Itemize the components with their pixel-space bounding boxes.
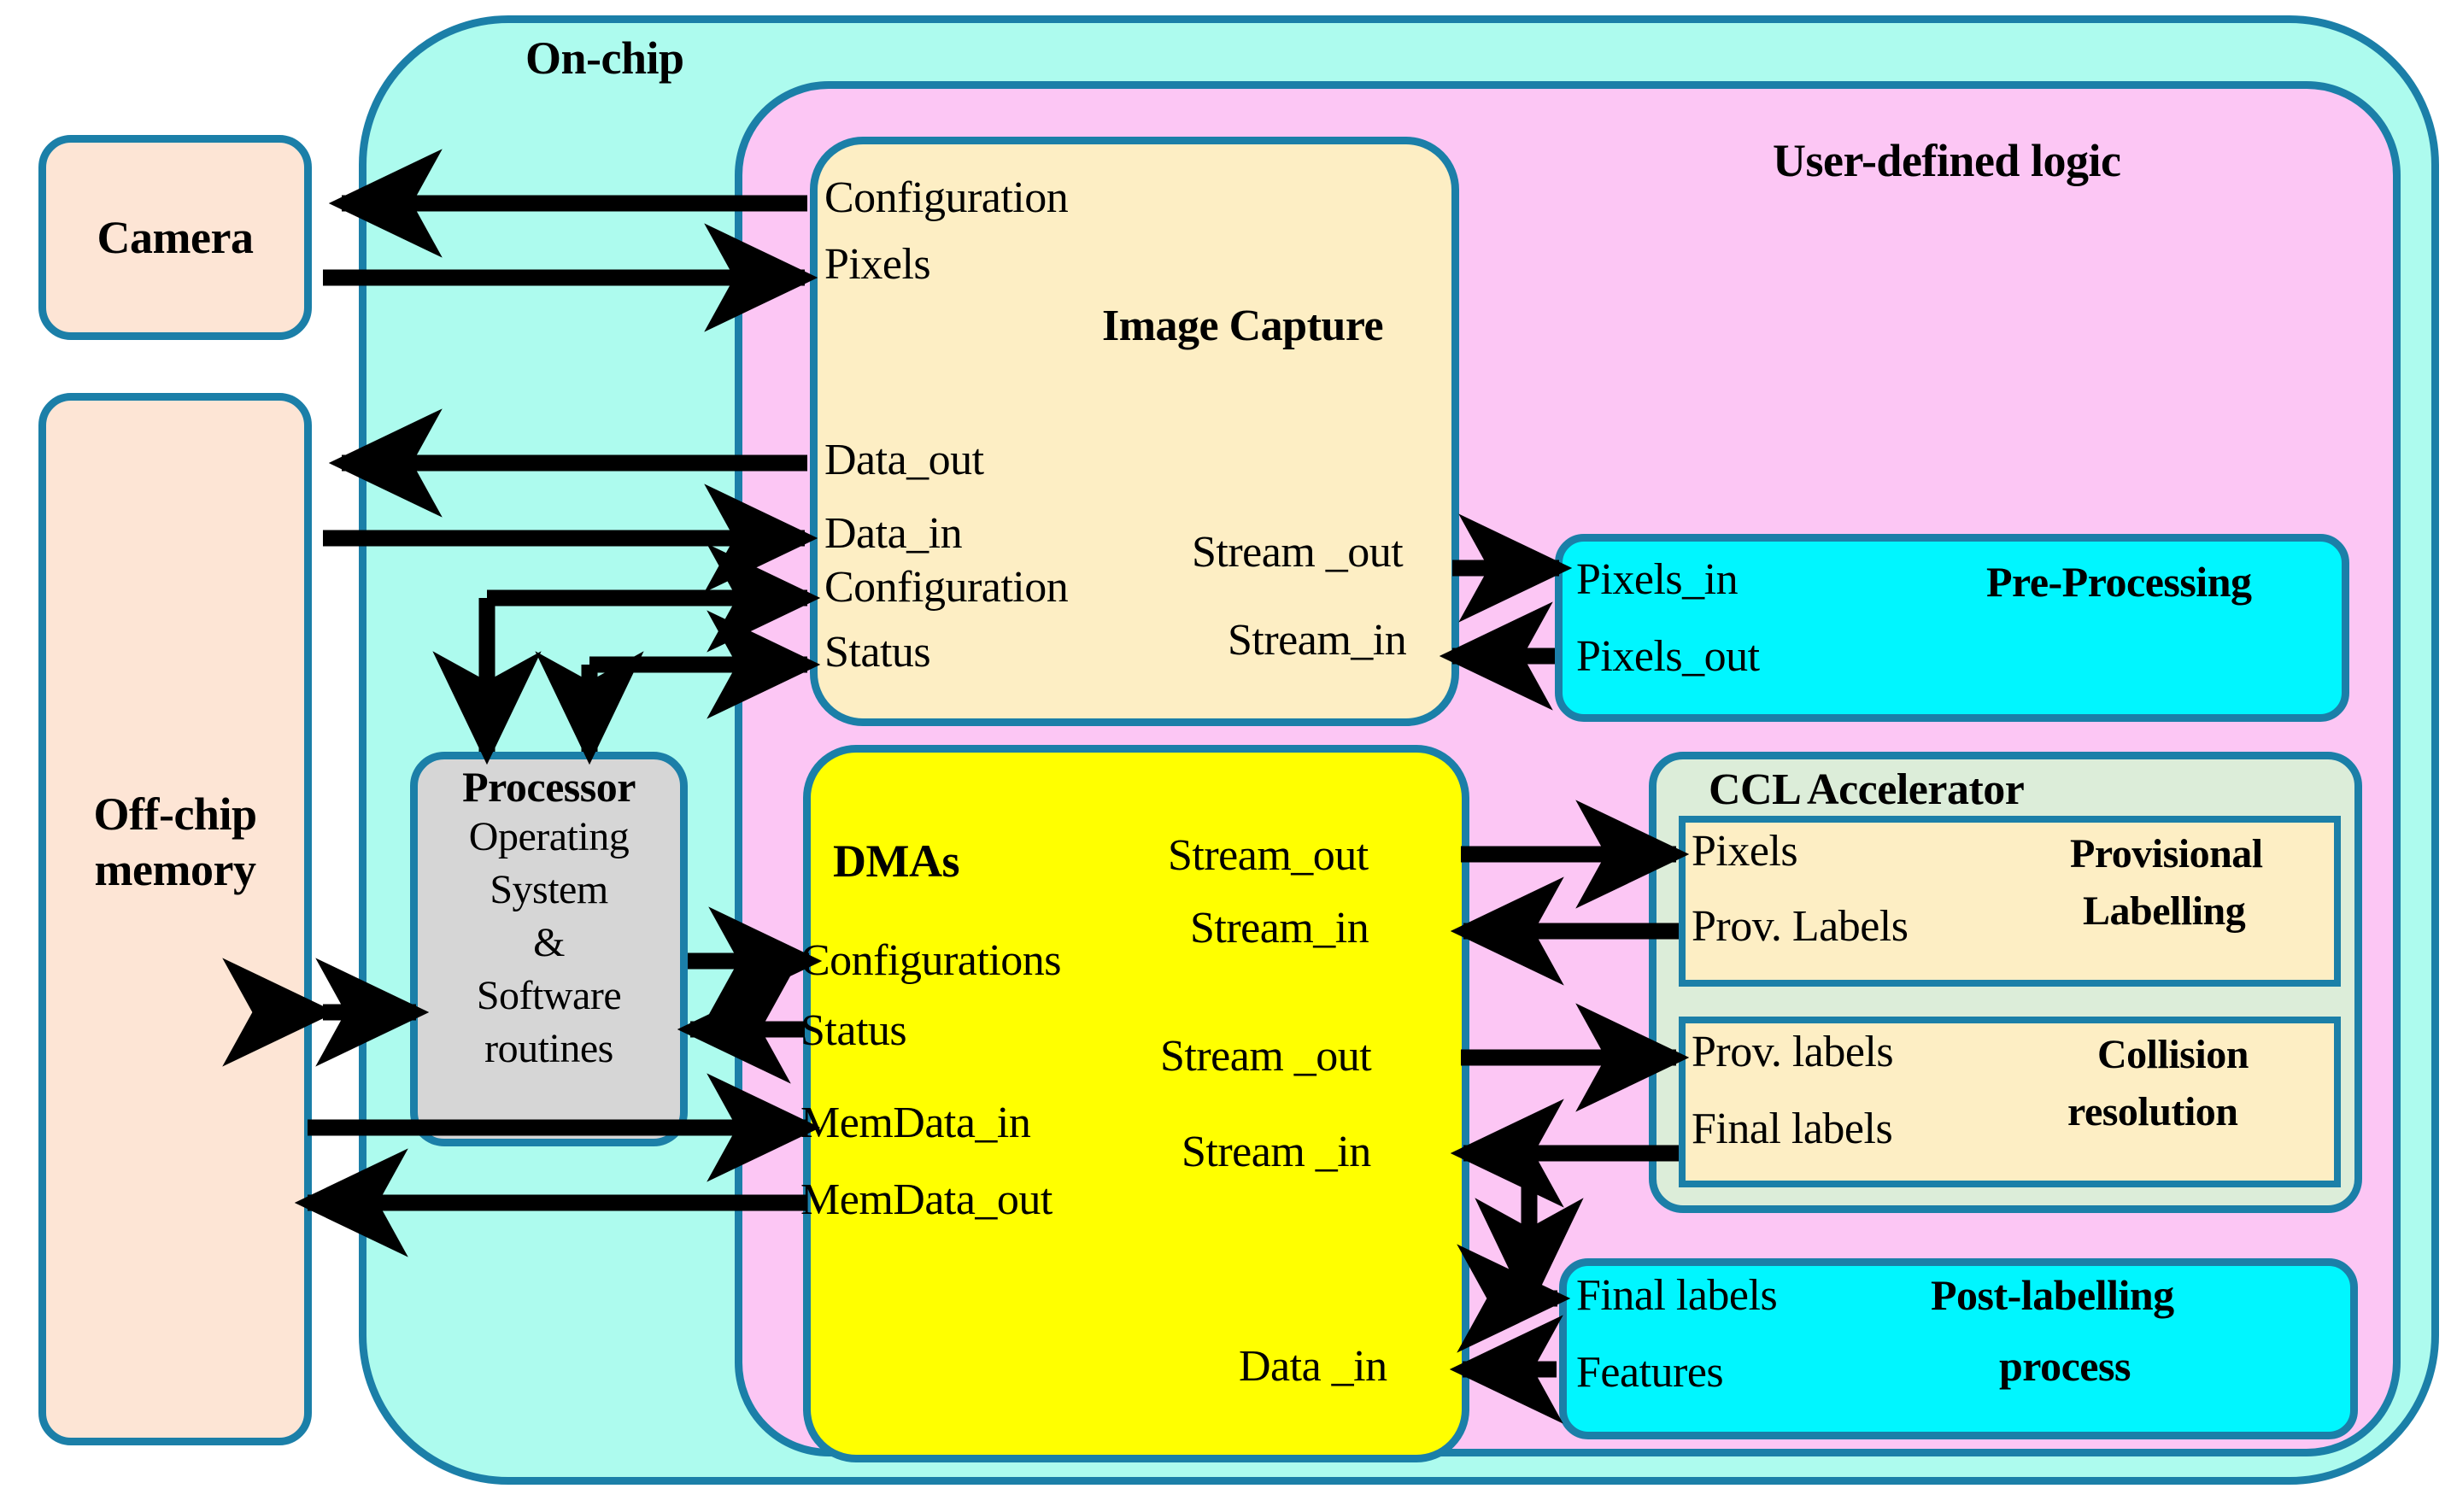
dmas-port-memdata-out: MemData_out: [800, 1175, 1053, 1224]
processor-title: Processor: [462, 763, 636, 811]
dmas-port-status: Status: [800, 1006, 907, 1055]
dmas-title: DMAs: [833, 835, 959, 887]
processor-body-line1: Operating: [468, 814, 630, 859]
collision-resolution-title-line1: Collision: [2097, 1032, 2249, 1077]
collision-resolution-title-line2: resolution: [2067, 1089, 2238, 1134]
image-capture-port-configuration-top: Configuration: [824, 173, 1069, 222]
processor-body-line5: routines: [484, 1026, 613, 1071]
pre-processing-port-pixels-out: Pixels_out: [1576, 632, 1760, 681]
image-capture-port-data-out: Data_out: [824, 436, 984, 484]
provisional-labelling-title-line1: Provisional: [2070, 831, 2263, 876]
image-capture-port-stream-out: Stream _out: [1192, 528, 1404, 577]
system-architecture-diagram: On-chip User-defined logic Camera Off-ch…: [0, 0, 2451, 1512]
onchip-label: On-chip: [525, 32, 684, 84]
user-defined-logic-label: User-defined logic: [1773, 135, 2121, 186]
processor-body-line3: &: [533, 920, 565, 965]
provisional-labelling-title-line2: Labelling: [2083, 888, 2246, 934]
dmas-port-configurations: Configurations: [800, 936, 1061, 985]
collision-resolution-port-final-labels: Final labels: [1692, 1105, 1893, 1153]
collision-resolution-port-prov-labels: Prov. labels: [1692, 1028, 1894, 1076]
image-capture-port-stream-in: Stream_in: [1228, 616, 1407, 665]
image-capture-port-data-in: Data_in: [824, 509, 963, 558]
dmas-port-stream-in-2: Stream _in: [1182, 1128, 1371, 1176]
processor-body-line4: Software: [476, 973, 622, 1018]
image-capture-port-pixels: Pixels: [824, 240, 931, 289]
dmas-port-memdata-in: MemData_in: [800, 1099, 1031, 1147]
post-labelling-title-line1: Post-labelling: [1931, 1271, 2174, 1319]
image-capture-title: Image Capture: [1102, 302, 1384, 350]
offchip-memory-label-line2: memory: [94, 844, 256, 895]
image-capture-port-status: Status: [824, 628, 931, 677]
processor-body-line2: System: [490, 867, 608, 912]
image-capture-port-configuration: Configuration: [824, 563, 1069, 612]
dmas-port-stream-out-1: Stream_out: [1168, 831, 1369, 880]
dmas-port-data-in: Data _in: [1239, 1342, 1387, 1391]
camera-label: Camera: [97, 212, 254, 263]
provisional-labelling-port-pixels: Pixels: [1692, 827, 1798, 876]
dmas-port-stream-out-2: Stream _out: [1160, 1032, 1372, 1081]
post-labelling-title-line2: process: [1999, 1342, 2131, 1390]
provisional-labelling-port-prov-labels: Prov. Labels: [1692, 902, 1909, 951]
pre-processing-title: Pre-Processing: [1986, 558, 2252, 606]
pre-processing-port-pixels-in: Pixels_in: [1576, 555, 1739, 604]
post-labelling-port-final-labels: Final labels: [1576, 1271, 1778, 1320]
post-labelling-port-features: Features: [1576, 1348, 1724, 1397]
dmas-port-stream-in-1: Stream_in: [1190, 904, 1369, 952]
offchip-memory-label-line1: Off-chip: [93, 788, 258, 840]
ccl-accelerator-title: CCL Accelerator: [1709, 765, 2025, 814]
